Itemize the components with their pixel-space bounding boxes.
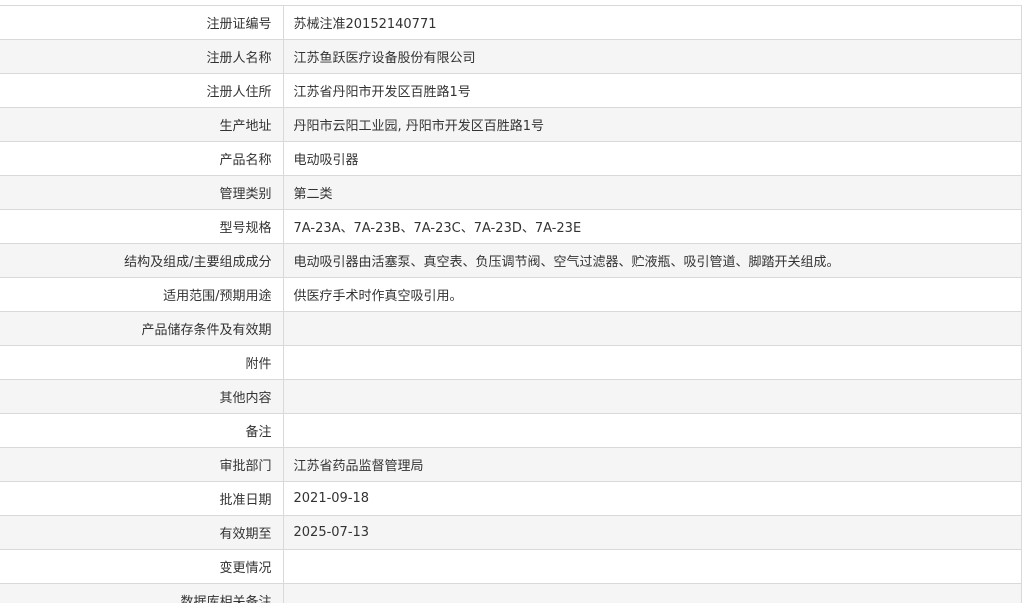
row-registrant-name: 注册人名称 江苏鱼跃医疗设备股份有限公司 xyxy=(0,39,1022,74)
row-approval-date: 批准日期 2021-09-18 xyxy=(0,481,1022,516)
registration-detail-page: 注册证编号 苏械注准20152140771 注册人名称 江苏鱼跃医疗设备股份有限… xyxy=(0,0,1022,603)
field-label: 变更情况 xyxy=(0,549,284,584)
row-product-name: 产品名称 电动吸引器 xyxy=(0,141,1022,176)
field-value: 丹阳市云阳工业园, 丹阳市开发区百胜路1号 xyxy=(283,107,1022,142)
field-label: 注册证编号 xyxy=(0,5,284,40)
field-label: 数据库相关备注 xyxy=(0,583,284,603)
field-value xyxy=(283,345,1022,380)
field-value: 7A-23A、7A-23B、7A-23C、7A-23D、7A-23E xyxy=(283,209,1022,244)
row-remarks: 备注 xyxy=(0,413,1022,448)
row-storage-validity: 产品储存条件及有效期 xyxy=(0,311,1022,346)
field-value: 供医疗手术时作真空吸引用。 xyxy=(283,277,1022,312)
row-valid-until: 有效期至 2025-07-13 xyxy=(0,515,1022,550)
field-value: 2025-07-13 xyxy=(283,515,1022,550)
row-production-address: 生产地址 丹阳市云阳工业园, 丹阳市开发区百胜路1号 xyxy=(0,107,1022,142)
field-value: 江苏省丹阳市开发区百胜路1号 xyxy=(283,73,1022,108)
field-label: 其他内容 xyxy=(0,379,284,414)
field-label: 型号规格 xyxy=(0,209,284,244)
field-label: 附件 xyxy=(0,345,284,380)
registration-detail-table: 注册证编号 苏械注准20152140771 注册人名称 江苏鱼跃医疗设备股份有限… xyxy=(0,5,1022,603)
row-change-history: 变更情况 xyxy=(0,549,1022,584)
row-management-category: 管理类别 第二类 xyxy=(0,175,1022,210)
row-model-spec: 型号规格 7A-23A、7A-23B、7A-23C、7A-23D、7A-23E xyxy=(0,209,1022,244)
field-label: 注册人名称 xyxy=(0,39,284,74)
field-value: 电动吸引器 xyxy=(283,141,1022,176)
field-label: 适用范围/预期用途 xyxy=(0,277,284,312)
field-label: 结构及组成/主要组成成分 xyxy=(0,243,284,278)
field-value xyxy=(283,413,1022,448)
row-database-notes: 数据库相关备注 xyxy=(0,583,1022,603)
field-label: 审批部门 xyxy=(0,447,284,482)
field-label: 批准日期 xyxy=(0,481,284,516)
field-label: 注册人住所 xyxy=(0,73,284,108)
row-registration-number: 注册证编号 苏械注准20152140771 xyxy=(0,5,1022,40)
field-value: 电动吸引器由活塞泵、真空表、负压调节阀、空气过滤器、贮液瓶、吸引管道、脚踏开关组… xyxy=(283,243,1022,278)
field-value xyxy=(283,379,1022,414)
field-value: 江苏鱼跃医疗设备股份有限公司 xyxy=(283,39,1022,74)
field-value: 第二类 xyxy=(283,175,1022,210)
field-value xyxy=(283,311,1022,346)
field-value: 2021-09-18 xyxy=(283,481,1022,516)
field-label: 备注 xyxy=(0,413,284,448)
field-label: 生产地址 xyxy=(0,107,284,142)
field-value: 江苏省药品监督管理局 xyxy=(283,447,1022,482)
field-value xyxy=(283,549,1022,584)
field-label: 产品名称 xyxy=(0,141,284,176)
field-label: 产品储存条件及有效期 xyxy=(0,311,284,346)
field-label: 有效期至 xyxy=(0,515,284,550)
row-intended-use: 适用范围/预期用途 供医疗手术时作真空吸引用。 xyxy=(0,277,1022,312)
row-approval-department: 审批部门 江苏省药品监督管理局 xyxy=(0,447,1022,482)
row-registrant-address: 注册人住所 江苏省丹阳市开发区百胜路1号 xyxy=(0,73,1022,108)
field-label: 管理类别 xyxy=(0,175,284,210)
row-structure-composition: 结构及组成/主要组成成分 电动吸引器由活塞泵、真空表、负压调节阀、空气过滤器、贮… xyxy=(0,243,1022,278)
field-value: 苏械注准20152140771 xyxy=(283,5,1022,40)
field-value xyxy=(283,583,1022,603)
row-attachments: 附件 xyxy=(0,345,1022,380)
row-other-content: 其他内容 xyxy=(0,379,1022,414)
